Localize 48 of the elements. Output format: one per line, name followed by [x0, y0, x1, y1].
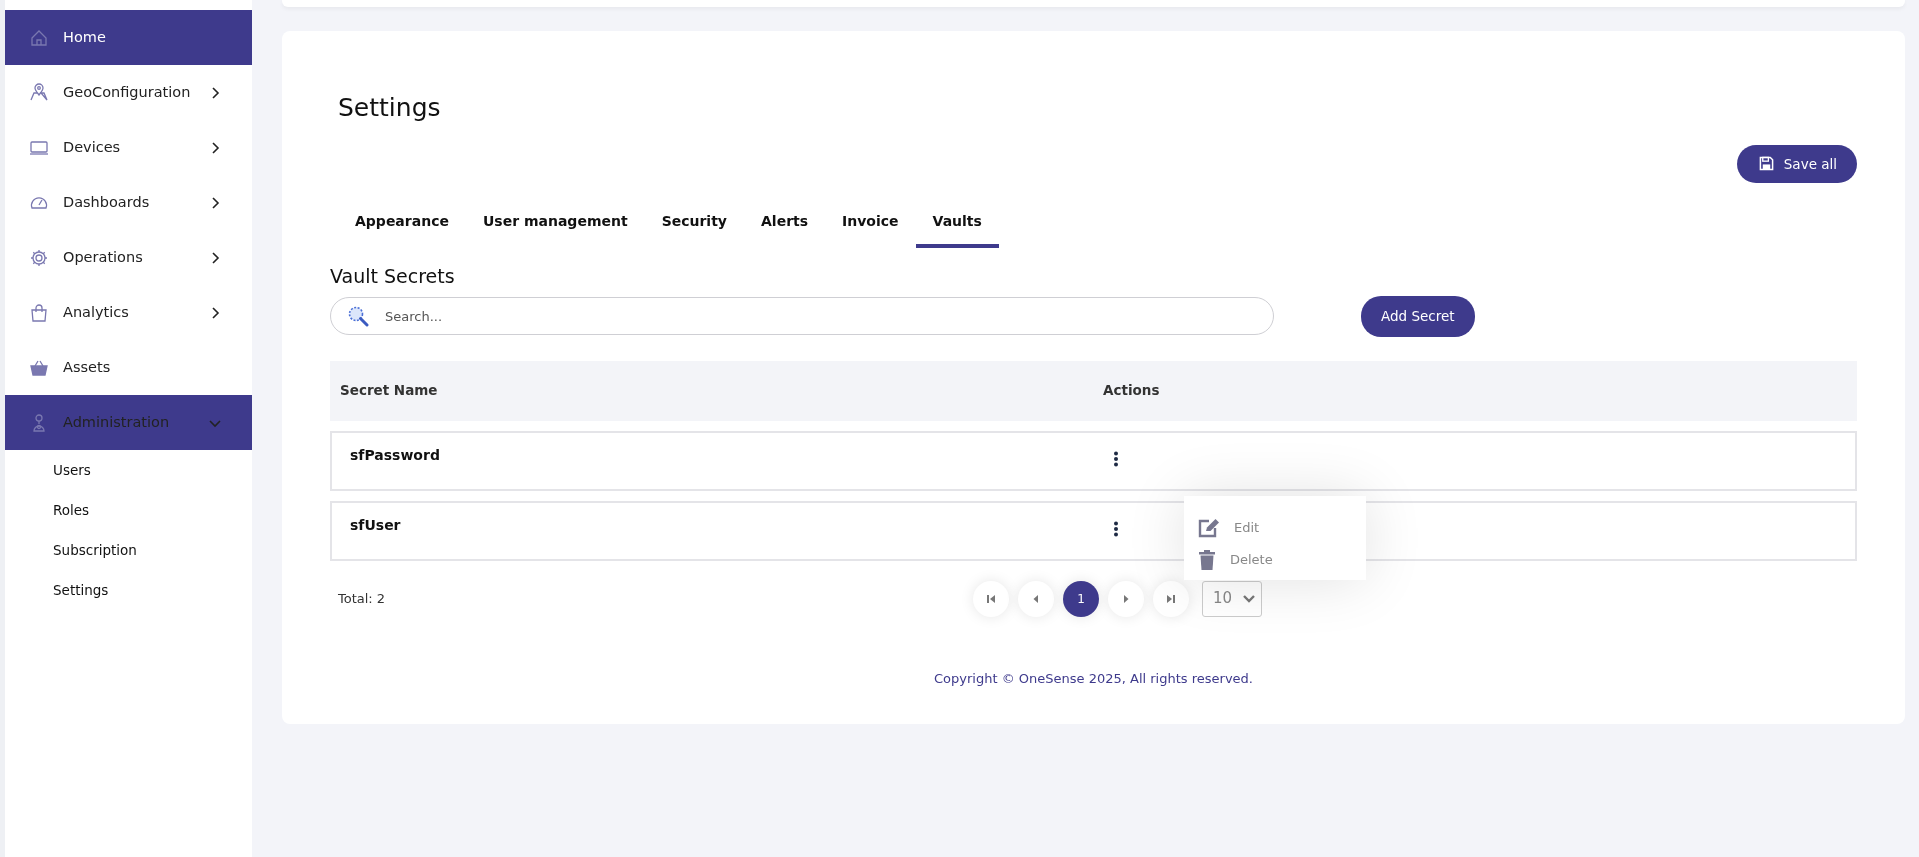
- tab[interactable]: Invoice: [825, 200, 916, 248]
- tab[interactable]: Alerts: [744, 200, 826, 248]
- sidebar-item[interactable]: Analytics: [5, 285, 252, 340]
- save-icon: [1758, 156, 1774, 172]
- sidebar-item[interactable]: Operations: [5, 230, 252, 285]
- table-cell: sfPassword: [350, 446, 440, 463]
- sidebar-item[interactable]: GeoConfiguration: [5, 65, 252, 120]
- page-size-select[interactable]: 10: [1202, 580, 1262, 617]
- first-page-button[interactable]: [973, 580, 1009, 617]
- sidebar-item[interactable]: Home: [5, 10, 252, 65]
- tab[interactable]: Appearance: [338, 200, 466, 248]
- map-pin-icon: [29, 82, 49, 103]
- last-page-button[interactable]: [1153, 580, 1189, 617]
- sidebar-subitem[interactable]: Roles: [5, 490, 252, 530]
- copyright-text: Copyright © OneSense 2025, All rights reserved.: [933, 669, 1254, 688]
- shopping-bag-icon: [29, 302, 49, 323]
- add-secret-button[interactable]: Add Secret: [1361, 296, 1475, 337]
- sidebar-item[interactable]: Devices: [5, 120, 252, 175]
- previous-page-icon: [1031, 593, 1041, 604]
- section-heading: Vault Secrets: [330, 263, 456, 289]
- total-count: Total: 2: [337, 589, 387, 608]
- sidebar-subitem[interactable]: Settings: [5, 570, 252, 610]
- page-title: Settings: [338, 92, 442, 124]
- column-header: Secret Name: [339, 381, 439, 401]
- chevron-down-icon: [1243, 594, 1255, 603]
- first-page-icon: [986, 593, 996, 604]
- sidebar-subitem[interactable]: Subscription: [5, 530, 252, 570]
- sidebar-item[interactable]: Assets: [5, 340, 252, 395]
- sidebar-item[interactable]: Dashboards: [5, 175, 252, 230]
- save-all-button[interactable]: Save all: [1736, 144, 1857, 183]
- sidebar-subitem[interactable]: Users: [5, 450, 252, 490]
- tab[interactable]: Security: [644, 200, 744, 248]
- column-header: Actions: [1103, 381, 1160, 401]
- menu-item[interactable]: Delete: [1184, 544, 1366, 576]
- gear-icon: [29, 247, 49, 268]
- search-input[interactable]: Search...: [383, 305, 1273, 328]
- tab[interactable]: Vaults: [915, 200, 999, 248]
- edit-icon: [1198, 518, 1220, 538]
- menu-item[interactable]: Edit: [1184, 512, 1366, 544]
- kebab-menu-icon[interactable]: [1113, 520, 1119, 537]
- last-page-icon: [1166, 593, 1176, 604]
- trash-icon: [1198, 550, 1216, 570]
- kebab-menu-icon[interactable]: [1113, 450, 1119, 467]
- page-button[interactable]: 1: [1063, 580, 1099, 617]
- next-page-icon: [1121, 593, 1131, 604]
- table-cell: sfUser: [350, 516, 401, 533]
- search-icon: [347, 305, 369, 328]
- tab[interactable]: User management: [465, 200, 645, 248]
